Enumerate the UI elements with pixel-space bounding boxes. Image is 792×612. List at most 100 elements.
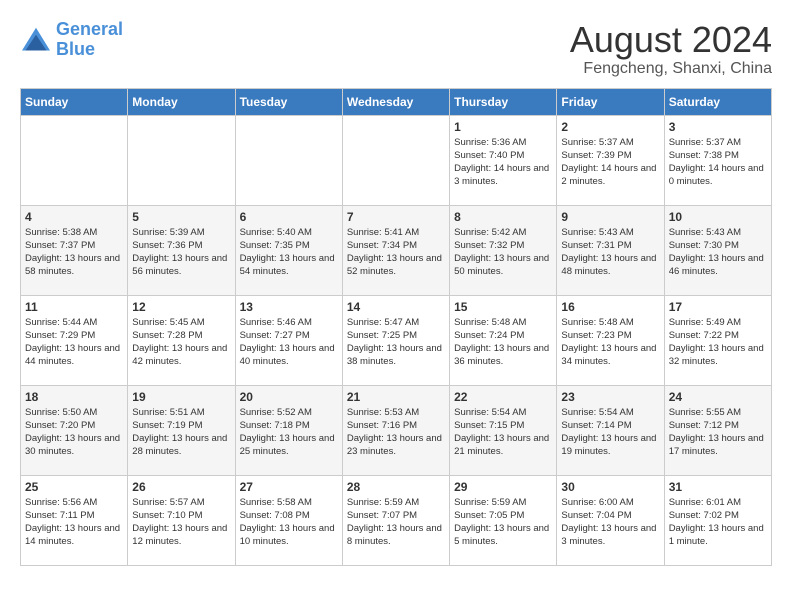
logo-line2: Blue (56, 39, 95, 59)
calendar-cell: 8Sunrise: 5:42 AM Sunset: 7:32 PM Daylig… (450, 205, 557, 295)
logo: General Blue (20, 20, 123, 60)
day-info: Sunrise: 5:48 AM Sunset: 7:23 PM Dayligh… (561, 316, 659, 369)
calendar-cell: 30Sunrise: 6:00 AM Sunset: 7:04 PM Dayli… (557, 475, 664, 565)
calendar-cell (21, 115, 128, 205)
calendar-week-row: 1Sunrise: 5:36 AM Sunset: 7:40 PM Daylig… (21, 115, 772, 205)
day-number: 14 (347, 300, 445, 314)
calendar-cell: 25 Sunrise: 5:56 AM Sunset: 7:11 PM Dayli… (21, 475, 128, 565)
day-info: Sunrise: 5:41 AM Sunset: 7:34 PM Dayligh… (347, 226, 445, 279)
day-info: Sunrise: 5:59 AM Sunset: 7:07 PM Dayligh… (347, 496, 445, 549)
calendar-cell: 28 Sunrise: 5:59 AM Sunset: 7:07 PM Dayli… (342, 475, 449, 565)
weekday-header-cell: Thursday (450, 88, 557, 115)
day-info: Sunrise: 6:01 AM Sunset: 7:02 PM Dayligh… (669, 496, 767, 549)
weekday-header-cell: Monday (128, 88, 235, 115)
day-info: Sunrise: 5:46 AM Sunset: 7:27 PM Dayligh… (240, 316, 338, 369)
day-number: 22 (454, 390, 552, 404)
weekday-header-cell: Saturday (664, 88, 771, 115)
day-info: Sunrise: 5:58 AM Sunset: 7:08 PM Dayligh… (240, 496, 338, 549)
day-number: 13 (240, 300, 338, 314)
calendar-cell: 14 Sunrise: 5:47 AM Sunset: 7:25 PM Dayli… (342, 295, 449, 385)
calendar-cell (128, 115, 235, 205)
calendar-cell (342, 115, 449, 205)
day-number: 15 (454, 300, 552, 314)
calendar-cell: 26Sunrise: 5:57 AM Sunset: 7:10 PM Dayli… (128, 475, 235, 565)
day-info: Sunrise: 5:37 AM Sunset: 7:39 PM Dayligh… (561, 136, 659, 189)
day-number: 11 (25, 300, 123, 314)
day-number: 7 (347, 210, 445, 224)
calendar-cell: 23 Sunrise: 5:54 AM Sunset: 7:14 PM Dayli… (557, 385, 664, 475)
location: Fengcheng, Shanxi, China (570, 60, 772, 78)
calendar-body: 1Sunrise: 5:36 AM Sunset: 7:40 PM Daylig… (21, 115, 772, 565)
day-info: Sunrise: 5:38 AM Sunset: 7:37 PM Dayligh… (25, 226, 123, 279)
day-info: Sunrise: 5:44 AM Sunset: 7:29 PM Dayligh… (25, 316, 123, 369)
day-number: 31 (669, 480, 767, 494)
day-info: Sunrise: 5:54 AM Sunset: 7:15 PM Dayligh… (454, 406, 552, 459)
day-number: 17 (669, 300, 767, 314)
calendar-cell: 9 Sunrise: 5:43 AM Sunset: 7:31 PM Daylig… (557, 205, 664, 295)
calendar-cell: 20 Sunrise: 5:52 AM Sunset: 7:18 PM Dayli… (235, 385, 342, 475)
calendar-cell: 18Sunrise: 5:50 AM Sunset: 7:20 PM Dayli… (21, 385, 128, 475)
calendar-cell: 21Sunrise: 5:53 AM Sunset: 7:16 PM Dayli… (342, 385, 449, 475)
calendar-cell: 24Sunrise: 5:55 AM Sunset: 7:12 PM Dayli… (664, 385, 771, 475)
calendar-cell: 6 Sunrise: 5:40 AM Sunset: 7:35 PM Daylig… (235, 205, 342, 295)
day-number: 19 (132, 390, 230, 404)
day-info: Sunrise: 5:49 AM Sunset: 7:22 PM Dayligh… (669, 316, 767, 369)
day-info: Sunrise: 5:40 AM Sunset: 7:35 PM Dayligh… (240, 226, 338, 279)
calendar-cell: 2 Sunrise: 5:37 AM Sunset: 7:39 PM Daylig… (557, 115, 664, 205)
calendar-cell: 19Sunrise: 5:51 AM Sunset: 7:19 PM Dayli… (128, 385, 235, 475)
day-number: 6 (240, 210, 338, 224)
day-info: Sunrise: 5:57 AM Sunset: 7:10 PM Dayligh… (132, 496, 230, 549)
calendar-cell: 12Sunrise: 5:45 AM Sunset: 7:28 PM Dayli… (128, 295, 235, 385)
day-info: Sunrise: 6:00 AM Sunset: 7:04 PM Dayligh… (561, 496, 659, 549)
logo-icon (20, 26, 52, 54)
day-number: 2 (561, 120, 659, 134)
calendar-cell: 29 Sunrise: 5:59 AM Sunset: 7:05 PM Dayli… (450, 475, 557, 565)
day-info: Sunrise: 5:45 AM Sunset: 7:28 PM Dayligh… (132, 316, 230, 369)
day-number: 10 (669, 210, 767, 224)
day-info: Sunrise: 5:47 AM Sunset: 7:25 PM Dayligh… (347, 316, 445, 369)
day-number: 9 (561, 210, 659, 224)
day-number: 20 (240, 390, 338, 404)
day-info: Sunrise: 5:43 AM Sunset: 7:30 PM Dayligh… (669, 226, 767, 279)
day-number: 4 (25, 210, 123, 224)
day-info: Sunrise: 5:54 AM Sunset: 7:14 PM Dayligh… (561, 406, 659, 459)
day-info: Sunrise: 5:48 AM Sunset: 7:24 PM Dayligh… (454, 316, 552, 369)
day-number: 16 (561, 300, 659, 314)
day-number: 3 (669, 120, 767, 134)
calendar-cell (235, 115, 342, 205)
calendar-cell: 31 Sunrise: 6:01 AM Sunset: 7:02 PM Dayli… (664, 475, 771, 565)
day-number: 28 (347, 480, 445, 494)
day-number: 23 (561, 390, 659, 404)
logo-text: General Blue (56, 20, 123, 60)
calendar-week-row: 18Sunrise: 5:50 AM Sunset: 7:20 PM Dayli… (21, 385, 772, 475)
day-info: Sunrise: 5:39 AM Sunset: 7:36 PM Dayligh… (132, 226, 230, 279)
day-info: Sunrise: 5:59 AM Sunset: 7:05 PM Dayligh… (454, 496, 552, 549)
day-number: 27 (240, 480, 338, 494)
title-block: August 2024 Fengcheng, Shanxi, China (570, 20, 772, 78)
calendar-cell: 5 Sunrise: 5:39 AM Sunset: 7:36 PM Daylig… (128, 205, 235, 295)
calendar-cell: 7 Sunrise: 5:41 AM Sunset: 7:34 PM Daylig… (342, 205, 449, 295)
calendar-cell: 15 Sunrise: 5:48 AM Sunset: 7:24 PM Dayli… (450, 295, 557, 385)
calendar-week-row: 25 Sunrise: 5:56 AM Sunset: 7:11 PM Dayli… (21, 475, 772, 565)
month-year: August 2024 (570, 20, 772, 60)
weekday-header-cell: Friday (557, 88, 664, 115)
calendar-week-row: 11 Sunrise: 5:44 AM Sunset: 7:29 PM Dayli… (21, 295, 772, 385)
calendar-week-row: 4 Sunrise: 5:38 AM Sunset: 7:37 PM Daylig… (21, 205, 772, 295)
calendar-cell: 27 Sunrise: 5:58 AM Sunset: 7:08 PM Dayli… (235, 475, 342, 565)
logo-line1: General (56, 19, 123, 39)
day-info: Sunrise: 5:56 AM Sunset: 7:11 PM Dayligh… (25, 496, 123, 549)
calendar-cell: 4 Sunrise: 5:38 AM Sunset: 7:37 PM Daylig… (21, 205, 128, 295)
day-number: 25 (25, 480, 123, 494)
calendar-cell: 10 Sunrise: 5:43 AM Sunset: 7:30 PM Dayli… (664, 205, 771, 295)
day-info: Sunrise: 5:50 AM Sunset: 7:20 PM Dayligh… (25, 406, 123, 459)
day-info: Sunrise: 5:55 AM Sunset: 7:12 PM Dayligh… (669, 406, 767, 459)
day-info: Sunrise: 5:52 AM Sunset: 7:18 PM Dayligh… (240, 406, 338, 459)
weekday-header-cell: Wednesday (342, 88, 449, 115)
day-info: Sunrise: 5:43 AM Sunset: 7:31 PM Dayligh… (561, 226, 659, 279)
weekday-header-cell: Sunday (21, 88, 128, 115)
day-number: 29 (454, 480, 552, 494)
day-info: Sunrise: 5:37 AM Sunset: 7:38 PM Dayligh… (669, 136, 767, 189)
day-number: 5 (132, 210, 230, 224)
calendar-cell: 16 Sunrise: 5:48 AM Sunset: 7:23 PM Dayli… (557, 295, 664, 385)
page-header: General Blue August 2024 Fengcheng, Shan… (20, 20, 772, 78)
